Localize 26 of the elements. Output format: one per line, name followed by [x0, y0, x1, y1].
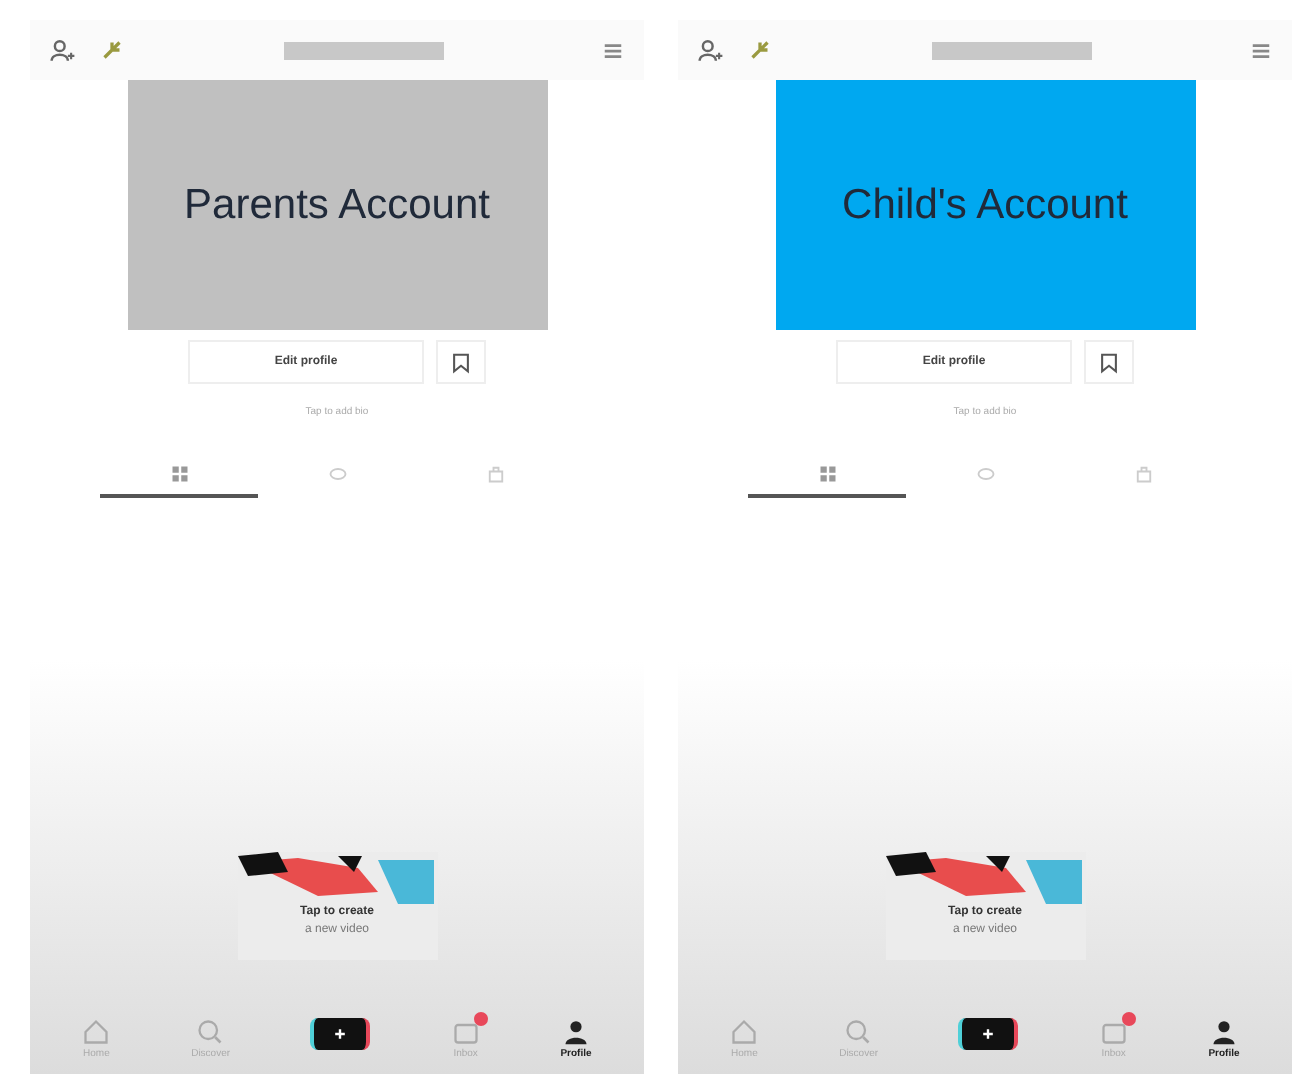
bookmark-icon	[1098, 351, 1120, 373]
bag-icon	[1133, 463, 1153, 483]
eye-icon	[327, 463, 347, 483]
home-icon[interactable]	[730, 1017, 759, 1045]
add-user-icon[interactable]	[50, 37, 76, 63]
create-button[interactable]	[958, 1018, 1019, 1050]
plus-icon	[334, 1028, 347, 1040]
grid-icon	[169, 463, 189, 483]
person-icon[interactable]	[561, 1017, 590, 1045]
menu-icon[interactable]	[602, 39, 624, 61]
person-icon[interactable]	[1209, 1017, 1238, 1045]
add-user-icon[interactable]	[698, 37, 724, 63]
bookmark-button[interactable]	[1084, 340, 1134, 384]
search-icon[interactable]	[844, 1017, 873, 1045]
search-icon[interactable]	[196, 1017, 225, 1045]
bookmark-icon	[450, 351, 472, 373]
grid-icon	[817, 463, 837, 483]
banner-text: Parents Account	[184, 179, 490, 232]
bag-icon	[485, 463, 505, 483]
eye-icon	[975, 463, 995, 483]
banner-text: Child's Account	[842, 179, 1128, 232]
bookmark-button[interactable]	[436, 340, 486, 384]
menu-icon[interactable]	[1250, 39, 1272, 61]
plus-icon	[982, 1028, 995, 1040]
create-button[interactable]	[310, 1018, 371, 1050]
home-icon[interactable]	[82, 1017, 111, 1045]
